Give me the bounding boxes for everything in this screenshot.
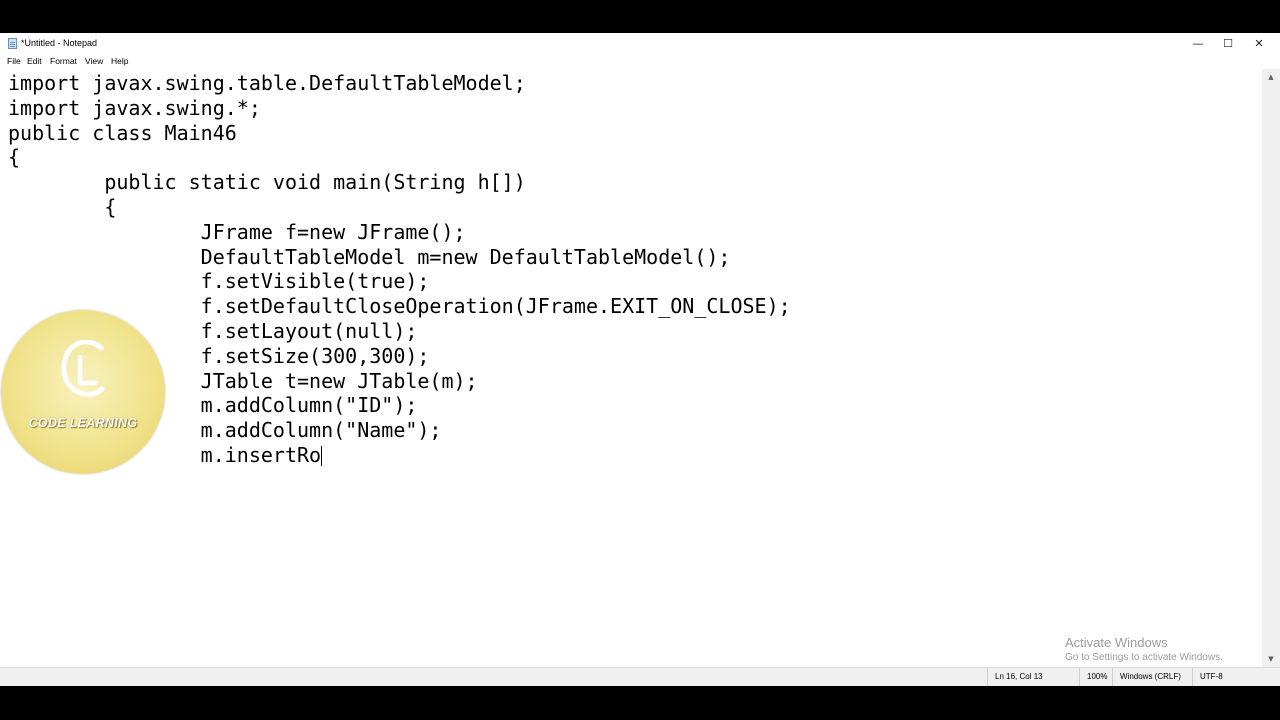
activate-subtitle: Go to Settings to activate Windows.	[1065, 652, 1223, 663]
cursor-position: Ln 16, Col 13	[987, 668, 1079, 686]
minimize-icon: —	[1192, 37, 1204, 50]
menu-format[interactable]: Format	[50, 56, 77, 66]
maximize-icon: ☐	[1223, 37, 1233, 50]
menu-help[interactable]: Help	[111, 56, 128, 66]
text-caret	[321, 445, 323, 466]
line-ending: Windows (CRLF)	[1112, 668, 1192, 686]
maximize-button[interactable]: ☐	[1213, 33, 1243, 54]
menu-bar: File Edit Format View Help	[0, 54, 1280, 68]
close-button[interactable]: ✕	[1244, 33, 1274, 54]
encoding: UTF-8	[1192, 668, 1262, 686]
activate-windows-watermark: Activate Windows Go to Settings to activ…	[1065, 635, 1223, 663]
logo-mark-icon	[61, 340, 105, 397]
text-editor[interactable]: import javax.swing.table.DefaultTableMod…	[0, 69, 1262, 667]
title-bar[interactable]: *Untitled - Notepad — ☐ ✕	[0, 33, 1280, 54]
notepad-window: *Untitled - Notepad — ☐ ✕ File Edit Form…	[0, 33, 1280, 686]
status-bar: Ln 16, Col 13 100% Windows (CRLF) UTF-8	[0, 667, 1280, 686]
close-icon: ✕	[1254, 37, 1264, 50]
logo-text: CODE LEARNING	[28, 416, 138, 430]
menu-view[interactable]: View	[85, 56, 103, 66]
code-learning-logo: CODE LEARNING	[1, 310, 165, 474]
chevron-up-icon[interactable]: ▲	[1262, 69, 1280, 85]
menu-file[interactable]: File	[7, 56, 21, 66]
menu-edit[interactable]: Edit	[27, 56, 42, 66]
vertical-scrollbar[interactable]: ▲ ▼	[1262, 69, 1280, 667]
notepad-icon	[8, 38, 17, 49]
zoom-level: 100%	[1079, 668, 1112, 686]
chevron-down-icon[interactable]: ▼	[1262, 651, 1280, 667]
window-title: *Untitled - Notepad	[21, 38, 98, 48]
minimize-button[interactable]: —	[1183, 33, 1213, 54]
activate-title: Activate Windows	[1065, 635, 1168, 650]
